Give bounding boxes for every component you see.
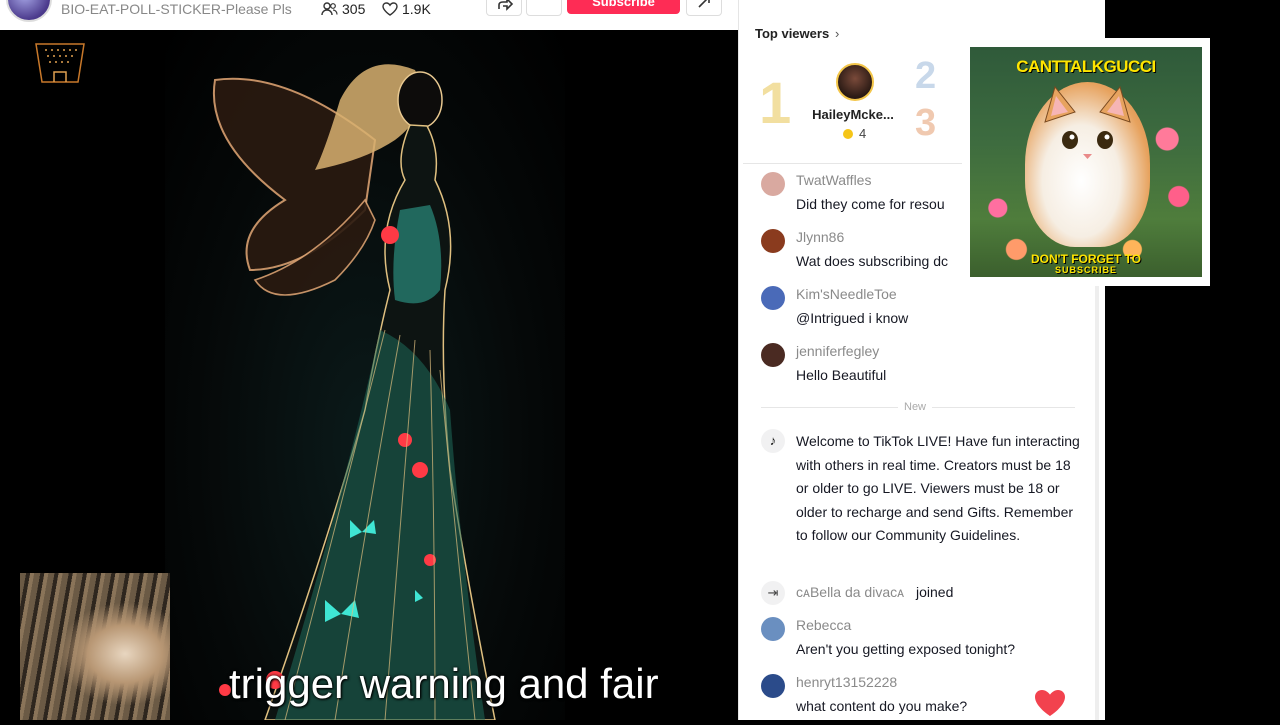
chat-text: @Intrigued i know xyxy=(796,310,909,326)
chat-message[interactable]: Rebecca Aren't you getting exposed tonig… xyxy=(761,617,1091,665)
new-messages-label: New xyxy=(898,401,933,413)
share-icon xyxy=(498,0,514,11)
cat-illustration xyxy=(1025,82,1150,247)
chat-text: Hello Beautiful xyxy=(796,367,887,383)
channel-logo xyxy=(35,43,85,83)
like-count-value: 1.9K xyxy=(402,1,431,17)
fairy-artwork xyxy=(165,30,565,721)
fairy-illustration xyxy=(212,64,496,721)
tiktok-icon: ♪ xyxy=(761,429,785,453)
viewer-count[interactable]: 305 xyxy=(321,1,365,17)
top-viewers-link[interactable]: Top viewers xyxy=(755,26,829,41)
top-viewer-avatar[interactable] xyxy=(836,63,874,101)
chat-username[interactable]: Jlynn86 xyxy=(796,229,844,245)
stream-title: BIO-EAT-POLL-STICKER-Please Pls xyxy=(61,1,292,17)
user-avatar[interactable] xyxy=(761,617,785,641)
chat-message[interactable]: jenniferfegley Hello Beautiful xyxy=(761,343,1091,391)
heart-outline-icon xyxy=(382,2,398,16)
people-icon xyxy=(321,2,338,16)
promo-cat-card: CANTTALKGUCCI DON'T FORGET TO SUBSCRIBE xyxy=(962,38,1210,286)
chat-message[interactable]: Kim'sNeedleToe @Intrigued i know xyxy=(761,286,1091,334)
chat-username[interactable]: Rebecca xyxy=(796,617,851,633)
promo-footer-subscribe: SUBSCRIBE xyxy=(1054,265,1117,275)
top-viewer-coins: 4 xyxy=(859,126,867,141)
subscribe-button[interactable]: Subscribe xyxy=(567,0,680,14)
user-avatar[interactable] xyxy=(761,343,785,367)
user-avatar[interactable] xyxy=(761,674,785,698)
stream-header: BIO-EAT-POLL-STICKER-Please Pls 305 1.9K… xyxy=(0,0,738,30)
join-verb: joined xyxy=(916,584,954,600)
top-viewer-name[interactable]: HaileyMcke... xyxy=(811,107,895,122)
rank-second: 2 xyxy=(915,55,937,97)
like-count[interactable]: 1.9K xyxy=(382,1,431,17)
chat-text: Wat does subscribing dc xyxy=(796,253,948,269)
expand-button[interactable] xyxy=(686,0,722,16)
expand-icon xyxy=(698,0,710,8)
live-caption: trigger warning and fair xyxy=(229,660,659,707)
join-icon: ⇥ xyxy=(761,581,785,605)
user-avatar[interactable] xyxy=(761,286,785,310)
join-username[interactable]: ᴄᴀBella da divaᴄᴀ xyxy=(796,584,904,600)
coin-icon xyxy=(843,129,853,139)
heart-icon xyxy=(1035,690,1065,716)
webcam-cat-overlay xyxy=(20,573,170,720)
rank-first: 1 xyxy=(759,71,792,136)
chat-username[interactable]: TwatWaffles xyxy=(796,172,871,188)
share-button[interactable] xyxy=(486,0,522,16)
chat-username[interactable]: Kim'sNeedleToe xyxy=(796,286,897,302)
live-video[interactable]: trigger warning and fair xyxy=(0,30,738,721)
promo-footer: DON'T FORGET TO xyxy=(1031,252,1141,266)
system-welcome-message: Welcome to TikTok LIVE! Have fun interac… xyxy=(796,433,1080,543)
rank-third: 3 xyxy=(915,102,937,144)
chat-text: Did they come for resou xyxy=(796,196,945,212)
viewer-count-value: 305 xyxy=(342,1,366,17)
chevron-right-icon[interactable]: › xyxy=(835,26,839,41)
host-avatar[interactable] xyxy=(6,0,52,22)
user-avatar[interactable] xyxy=(761,229,785,253)
chat-text: what content do you make? xyxy=(796,698,968,714)
chat-text: Aren't you getting exposed tonight? xyxy=(796,641,1016,657)
user-avatar[interactable] xyxy=(761,172,785,196)
more-button[interactable] xyxy=(526,0,562,16)
cat-artwork: CANTTALKGUCCI DON'T FORGET TO SUBSCRIBE xyxy=(970,47,1202,277)
promo-title: CANTTALKGUCCI xyxy=(1016,57,1156,76)
chat-username[interactable]: henryt13152228 xyxy=(796,674,897,690)
chat-username[interactable]: jenniferfegley xyxy=(796,343,879,359)
